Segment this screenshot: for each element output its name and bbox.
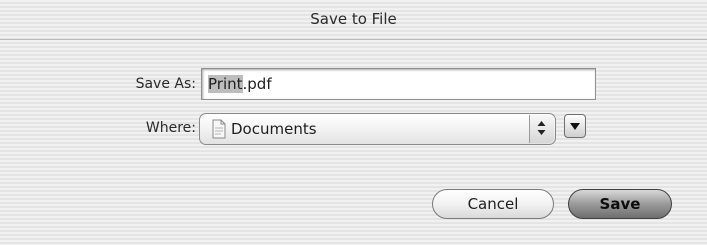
save-button[interactable]: Save bbox=[568, 189, 672, 219]
filename-extension-text: .pdf bbox=[242, 75, 272, 93]
where-popup-menu[interactable]: Documents bbox=[199, 113, 556, 145]
title-bar[interactable]: Save to File bbox=[0, 0, 707, 40]
where-selected-value: Documents bbox=[231, 120, 317, 138]
up-down-arrows-icon bbox=[537, 121, 546, 135]
folder-document-icon bbox=[212, 119, 226, 139]
disclosure-down-icon bbox=[570, 123, 580, 130]
where-label: Where: bbox=[145, 120, 196, 136]
save-dialog: Save to File Save As: Print.pdf Where: D… bbox=[0, 0, 707, 245]
popup-arrows-icon[interactable] bbox=[529, 115, 554, 143]
save-as-label: Save As: bbox=[135, 76, 196, 92]
save-as-input[interactable]: Print.pdf bbox=[201, 68, 596, 100]
selected-filename-text: Print bbox=[208, 75, 243, 93]
expand-dialog-button[interactable] bbox=[564, 114, 586, 138]
dialog-title: Save to File bbox=[310, 10, 397, 28]
cancel-button[interactable]: Cancel bbox=[432, 189, 554, 219]
